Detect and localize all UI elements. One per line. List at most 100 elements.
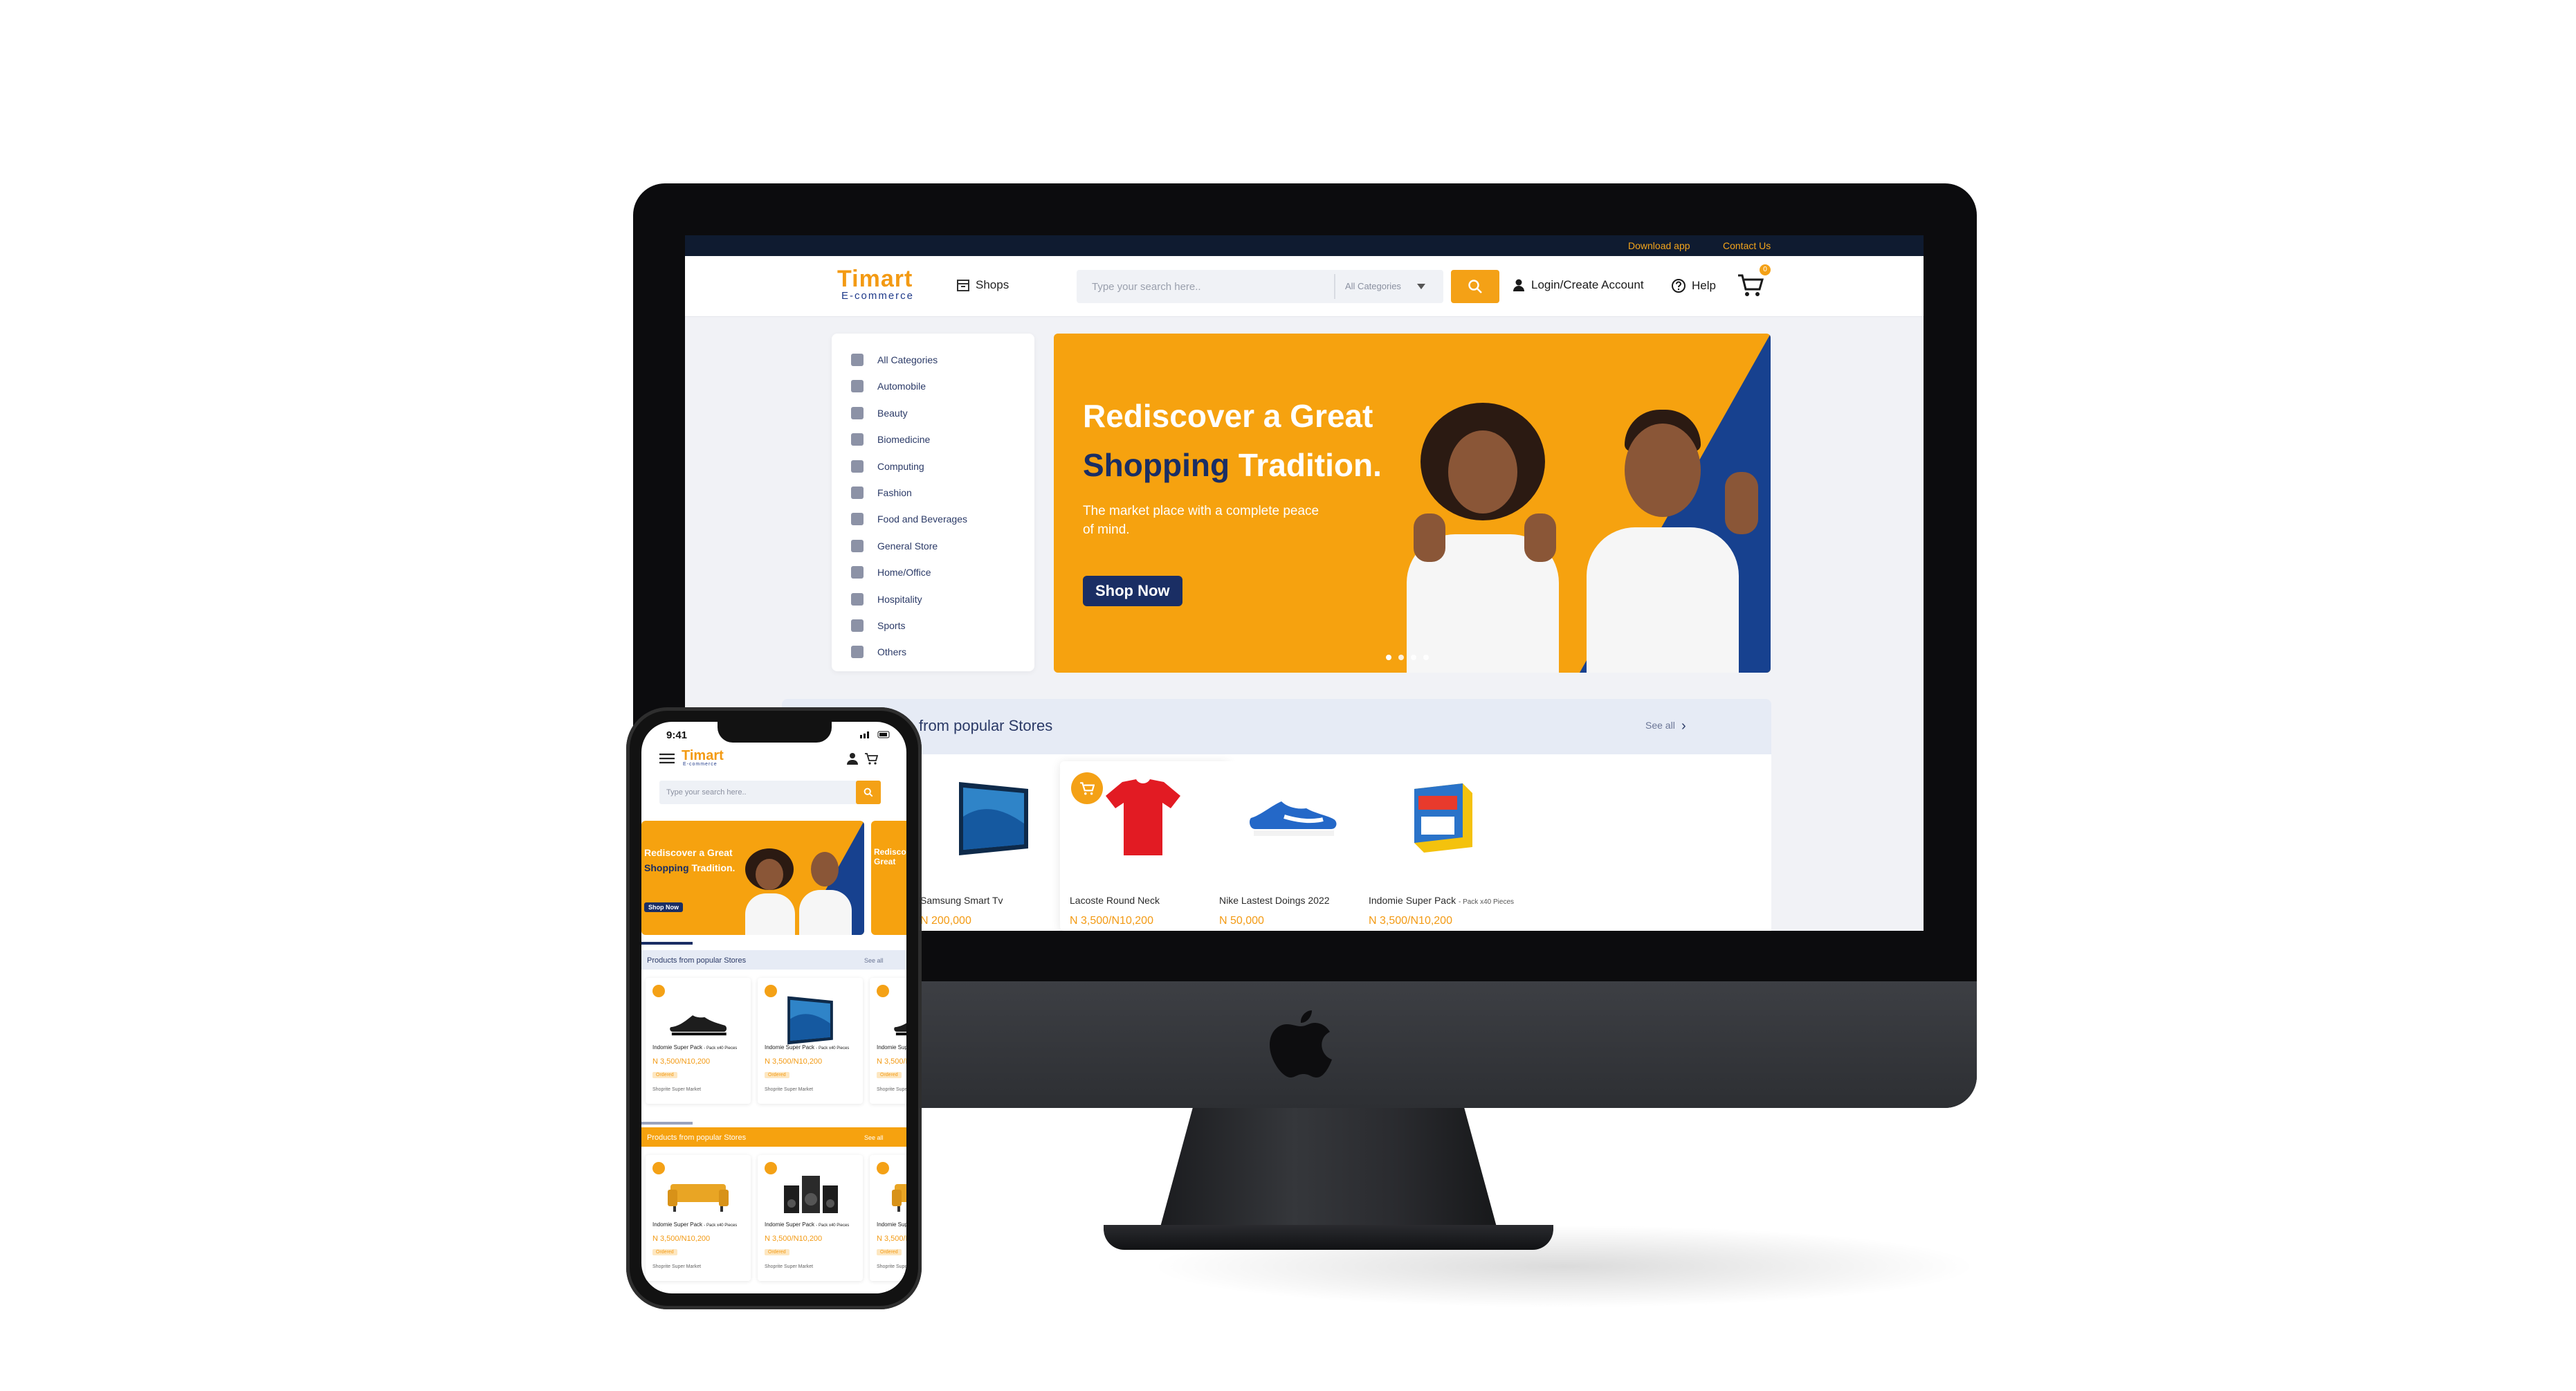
phone-notch [718, 722, 832, 743]
add-to-cart-button[interactable] [765, 1162, 777, 1174]
cart-icon[interactable] [1737, 271, 1764, 299]
search-input[interactable] [1077, 270, 1333, 303]
sidebar-item-hospitality[interactable]: Hospitality [851, 591, 922, 608]
hero-banner: Rediscover a Great Shopping Tradition. T… [1054, 334, 1771, 673]
sidebar-item-automobile[interactable]: Automobile [851, 378, 926, 394]
search-button[interactable] [1451, 270, 1499, 303]
sidebar-item-fashion[interactable]: Fashion [851, 484, 912, 501]
mobile-product-card[interactable]: Indomie Super Pack - Pack x40 Pieces N 3,… [870, 978, 906, 1104]
speaker-image [778, 1169, 842, 1217]
sidebar-item-home-office[interactable]: Home/Office [851, 564, 931, 581]
product-card[interactable]: Nike Lastest Doings 2022 N 50,000 [1209, 761, 1379, 931]
sidebar-item-general-store[interactable]: General Store [851, 538, 938, 554]
mobile-brand-tagline: E-commerce [683, 762, 718, 767]
product-name: Indomie Super Pack - Pack x40 Pieces [1369, 895, 1514, 906]
shoe-image [666, 992, 730, 1040]
sidebar-item-label: Food and Beverages [877, 513, 967, 525]
mobile-product-card[interactable]: Indomie Super Pack - Pack x40 Pieces N 3,… [646, 1155, 751, 1281]
sidebar-item-food-and-beverages[interactable]: Food and Beverages [851, 511, 967, 527]
user-icon[interactable] [846, 752, 859, 765]
mobile-screen: 9:41 Timart E-commerce Rediscover a Grea… [641, 722, 906, 1293]
product-price: N 200,000 [920, 915, 971, 927]
category-select-value: All Categories [1345, 281, 1401, 291]
mobile-search-input[interactable] [659, 781, 832, 804]
tshirt-image [1095, 775, 1191, 858]
sidebar-item-label: All Categories [877, 354, 938, 365]
sofa-icon [851, 566, 864, 579]
chevron-right-icon[interactable]: › [1681, 718, 1686, 734]
mobile-product-price: N 3,500/N10,200 [877, 1235, 906, 1243]
mobile-hero-model-woman-shirt [745, 893, 795, 935]
hero-title-line1: Rediscover a Great [1083, 398, 1373, 434]
add-to-cart-button[interactable] [877, 985, 889, 997]
shoe-image [890, 992, 906, 1040]
add-to-cart-button[interactable] [765, 985, 777, 997]
shop-now-button[interactable]: Shop Now [1083, 576, 1182, 606]
sidebar-item-beauty[interactable]: Beauty [851, 405, 908, 421]
category-select[interactable]: All Categories [1334, 274, 1431, 299]
dress-icon [851, 487, 864, 499]
sidebar-item-sports[interactable]: Sports [851, 617, 905, 634]
product-card[interactable]: Lacoste Round Neck N 3,500/N10,200 [1060, 761, 1230, 931]
cart-icon[interactable] [864, 752, 878, 765]
carousel-dot[interactable] [1386, 655, 1391, 660]
mobile-product-card[interactable]: Indomie Super Pack - Pack x40 Pieces N 3,… [646, 978, 751, 1104]
brand-logo[interactable]: Timart E-commerce [837, 267, 914, 302]
mobile-product-name-suffix: - Pack x40 Pieces [816, 1224, 850, 1228]
sidebar-item-others[interactable]: Others [851, 644, 906, 660]
user-icon [1513, 279, 1524, 291]
apple-logo-icon [1270, 1010, 1332, 1078]
carousel-dot[interactable] [1398, 655, 1404, 660]
carousel-dots [1386, 655, 1429, 660]
sidebar-item-computing[interactable]: Computing [851, 458, 924, 475]
help-icon [1672, 279, 1686, 293]
store-name: Shoprite Super Market [765, 1264, 814, 1269]
hero-title-dark-word: Shopping [1083, 447, 1230, 483]
mobile-hero-model-man-face [811, 852, 839, 887]
mobile-product-name: Indomie Super Pack - Pack x40 Pieces [765, 1044, 849, 1051]
see-all-link[interactable]: See all [1645, 720, 1675, 731]
beauty-icon [851, 406, 864, 419]
ball-icon [851, 619, 864, 632]
product-card[interactable]: Indomie Super Pack - Pack x40 Pieces N 3,… [1359, 761, 1528, 931]
help-button[interactable]: Help [1671, 278, 1716, 293]
status-badge: Ordered [652, 1072, 677, 1078]
product-card[interactable]: Samsung Smart Tv N 200,000 [911, 761, 1080, 931]
mobile-product-name-text: Indomie Super Pack [877, 1044, 906, 1051]
mobile-product-card[interactable]: Indomie Super Pack - Pack x40 Pieces N 3,… [870, 1155, 906, 1281]
product-price: N 3,500/N10,200 [1369, 915, 1452, 927]
carousel-dot[interactable] [1423, 655, 1429, 660]
mockup-stage: Download app Contact Us Timart E-commerc… [0, 0, 2576, 1391]
mobile-section2-see-all[interactable]: See all [864, 1134, 884, 1141]
add-to-cart-button[interactable] [652, 1162, 665, 1174]
food-icon [851, 513, 864, 526]
sidebar-item-label: Home/Office [877, 567, 931, 579]
add-to-cart-button[interactable] [877, 1162, 889, 1174]
sidebar-item-biomedicine[interactable]: Biomedicine [851, 431, 930, 448]
shops-button[interactable]: Shops [956, 278, 1009, 292]
status-badge: Ordered [652, 1249, 677, 1255]
imac-stand-neck [1159, 1107, 1498, 1232]
download-app-link[interactable]: Download app [1628, 240, 1690, 251]
product-name-text: Samsung Smart Tv [920, 895, 1003, 906]
carousel-dot[interactable] [1411, 655, 1416, 660]
hamburger-menu-icon[interactable] [659, 753, 675, 764]
mobile-search-bar [659, 781, 871, 804]
hero-model-man-shirt [1587, 527, 1739, 673]
product-name: Nike Lastest Doings 2022 [1219, 895, 1330, 906]
mobile-search-button[interactable] [856, 781, 881, 804]
contact-us-link[interactable]: Contact Us [1723, 240, 1771, 251]
product-name-text: Indomie Super Pack [1369, 895, 1456, 906]
mobile-section1-title: Products from popular Stores [647, 956, 747, 965]
mobile-section1-see-all[interactable]: See all [864, 957, 884, 964]
imac-stand-foot [1104, 1225, 1553, 1250]
sidebar-item-label: Biomedicine [877, 434, 931, 446]
mobile-product-card[interactable]: Indomie Super Pack - Pack x40 Pieces N 3,… [758, 1155, 863, 1281]
login-button[interactable]: Login/Create Account [1512, 278, 1644, 292]
add-to-cart-button[interactable] [1071, 772, 1103, 804]
sidebar-item-all-categories[interactable]: All Categories [851, 352, 938, 368]
add-to-cart-button[interactable] [652, 985, 665, 997]
mobile-shop-now-button[interactable]: Shop Now [644, 902, 683, 912]
mobile-product-name-text: Indomie Super Pack [652, 1044, 703, 1051]
mobile-product-card[interactable]: Indomie Super Pack - Pack x40 Pieces N 3,… [758, 978, 863, 1104]
